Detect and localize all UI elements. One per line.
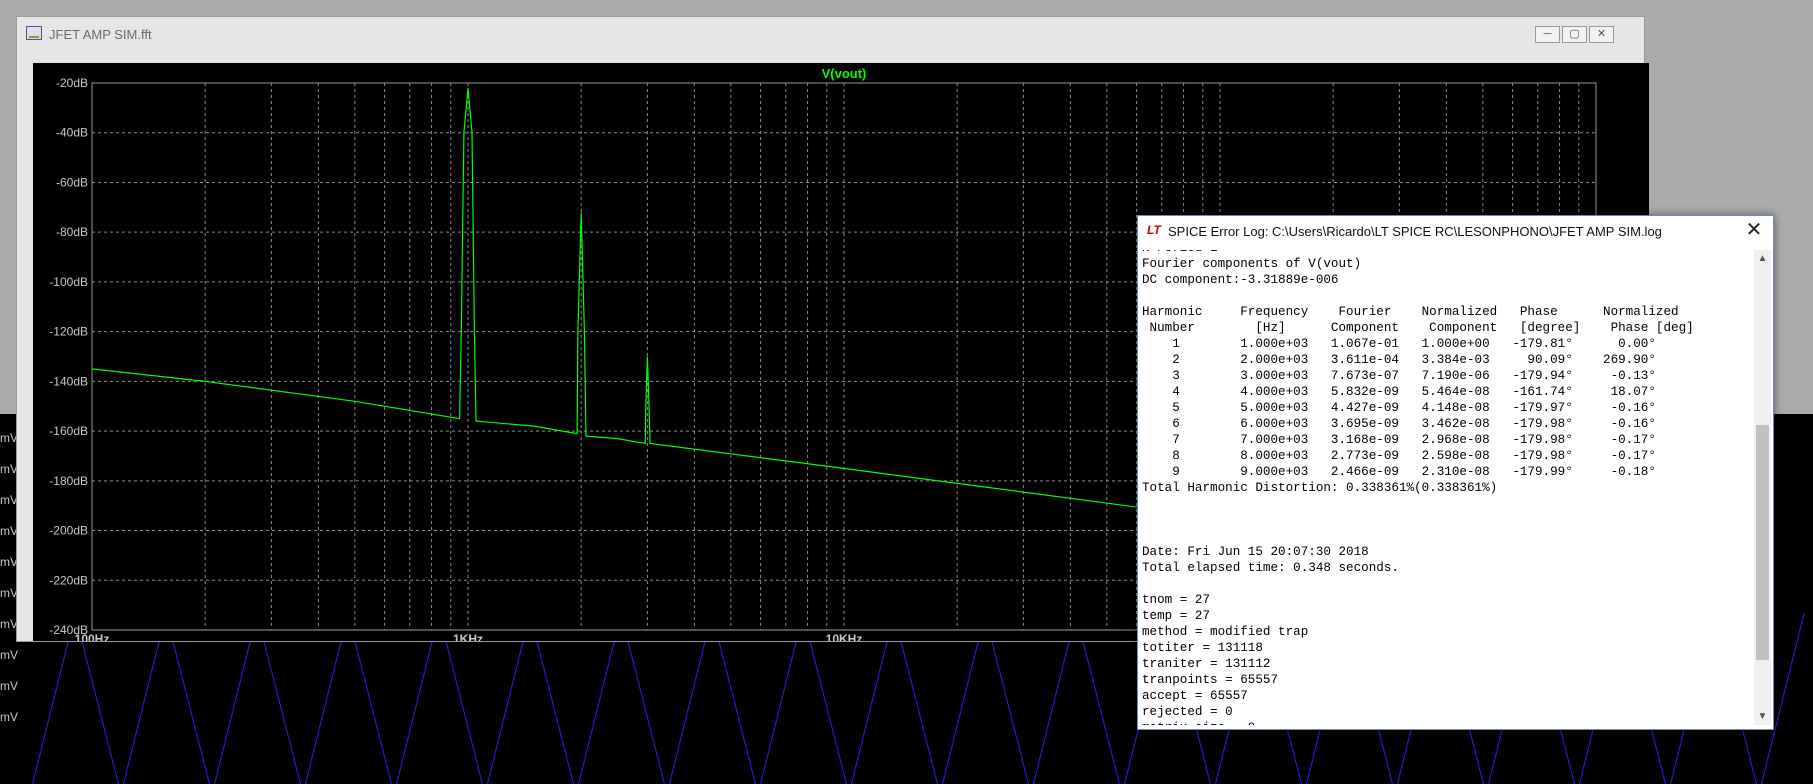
- log-scrollbar[interactable]: ▲ ▼: [1754, 250, 1771, 725]
- x-tick-label: 10KHz: [826, 632, 863, 641]
- y-tick-label: -60dB: [56, 175, 88, 189]
- y-tick-label: -200dB: [49, 524, 88, 538]
- log-text-area[interactable]: N-Period=1 Fourier components of V(vout)…: [1142, 250, 1751, 725]
- log-window-title: SPICE Error Log: C:\Users\Ricardo\LT SPI…: [1168, 224, 1662, 239]
- waveform-app-icon: [26, 26, 42, 40]
- x-tick-label: 100Hz: [75, 632, 110, 641]
- bg-y-label: mV: [0, 710, 18, 724]
- bg-y-label: mV: [0, 648, 18, 662]
- maximize-button[interactable]: ▢: [1562, 26, 1587, 43]
- fft-title-bar[interactable]: JFET AMP SIM.fft ─ ▢ ✕: [17, 17, 1644, 49]
- y-tick-label: -100dB: [49, 275, 88, 289]
- y-tick-label: -20dB: [56, 76, 88, 90]
- y-tick-label: -180dB: [49, 474, 88, 488]
- y-tick-label: -120dB: [49, 325, 88, 339]
- log-close-button[interactable]: ✕: [1743, 219, 1765, 241]
- minimize-button[interactable]: ─: [1535, 26, 1560, 43]
- scroll-down-arrow[interactable]: ▼: [1754, 708, 1771, 725]
- bg-y-label: mV: [0, 679, 18, 693]
- scroll-up-arrow[interactable]: ▲: [1754, 250, 1771, 267]
- y-tick-label: -40dB: [56, 126, 88, 140]
- fft-window-title: JFET AMP SIM.fft: [49, 27, 152, 42]
- y-tick-label: -220dB: [49, 573, 88, 587]
- x-tick-label: 1KHz: [453, 632, 483, 641]
- ltspice-icon: LT: [1147, 223, 1161, 237]
- log-title-bar[interactable]: LT SPICE Error Log: C:\Users\Ricardo\LT …: [1138, 216, 1773, 246]
- trace-label[interactable]: V(vout): [822, 66, 867, 81]
- close-button[interactable]: ✕: [1589, 26, 1614, 43]
- spice-log-window[interactable]: LT SPICE Error Log: C:\Users\Ricardo\LT …: [1137, 215, 1774, 730]
- log-content: N-Period=1 Fourier components of V(vout)…: [1142, 250, 1694, 725]
- y-tick-label: -140dB: [49, 374, 88, 388]
- scroll-thumb[interactable]: [1756, 425, 1769, 660]
- y-tick-label: -160dB: [49, 424, 88, 438]
- y-tick-label: -80dB: [56, 225, 88, 239]
